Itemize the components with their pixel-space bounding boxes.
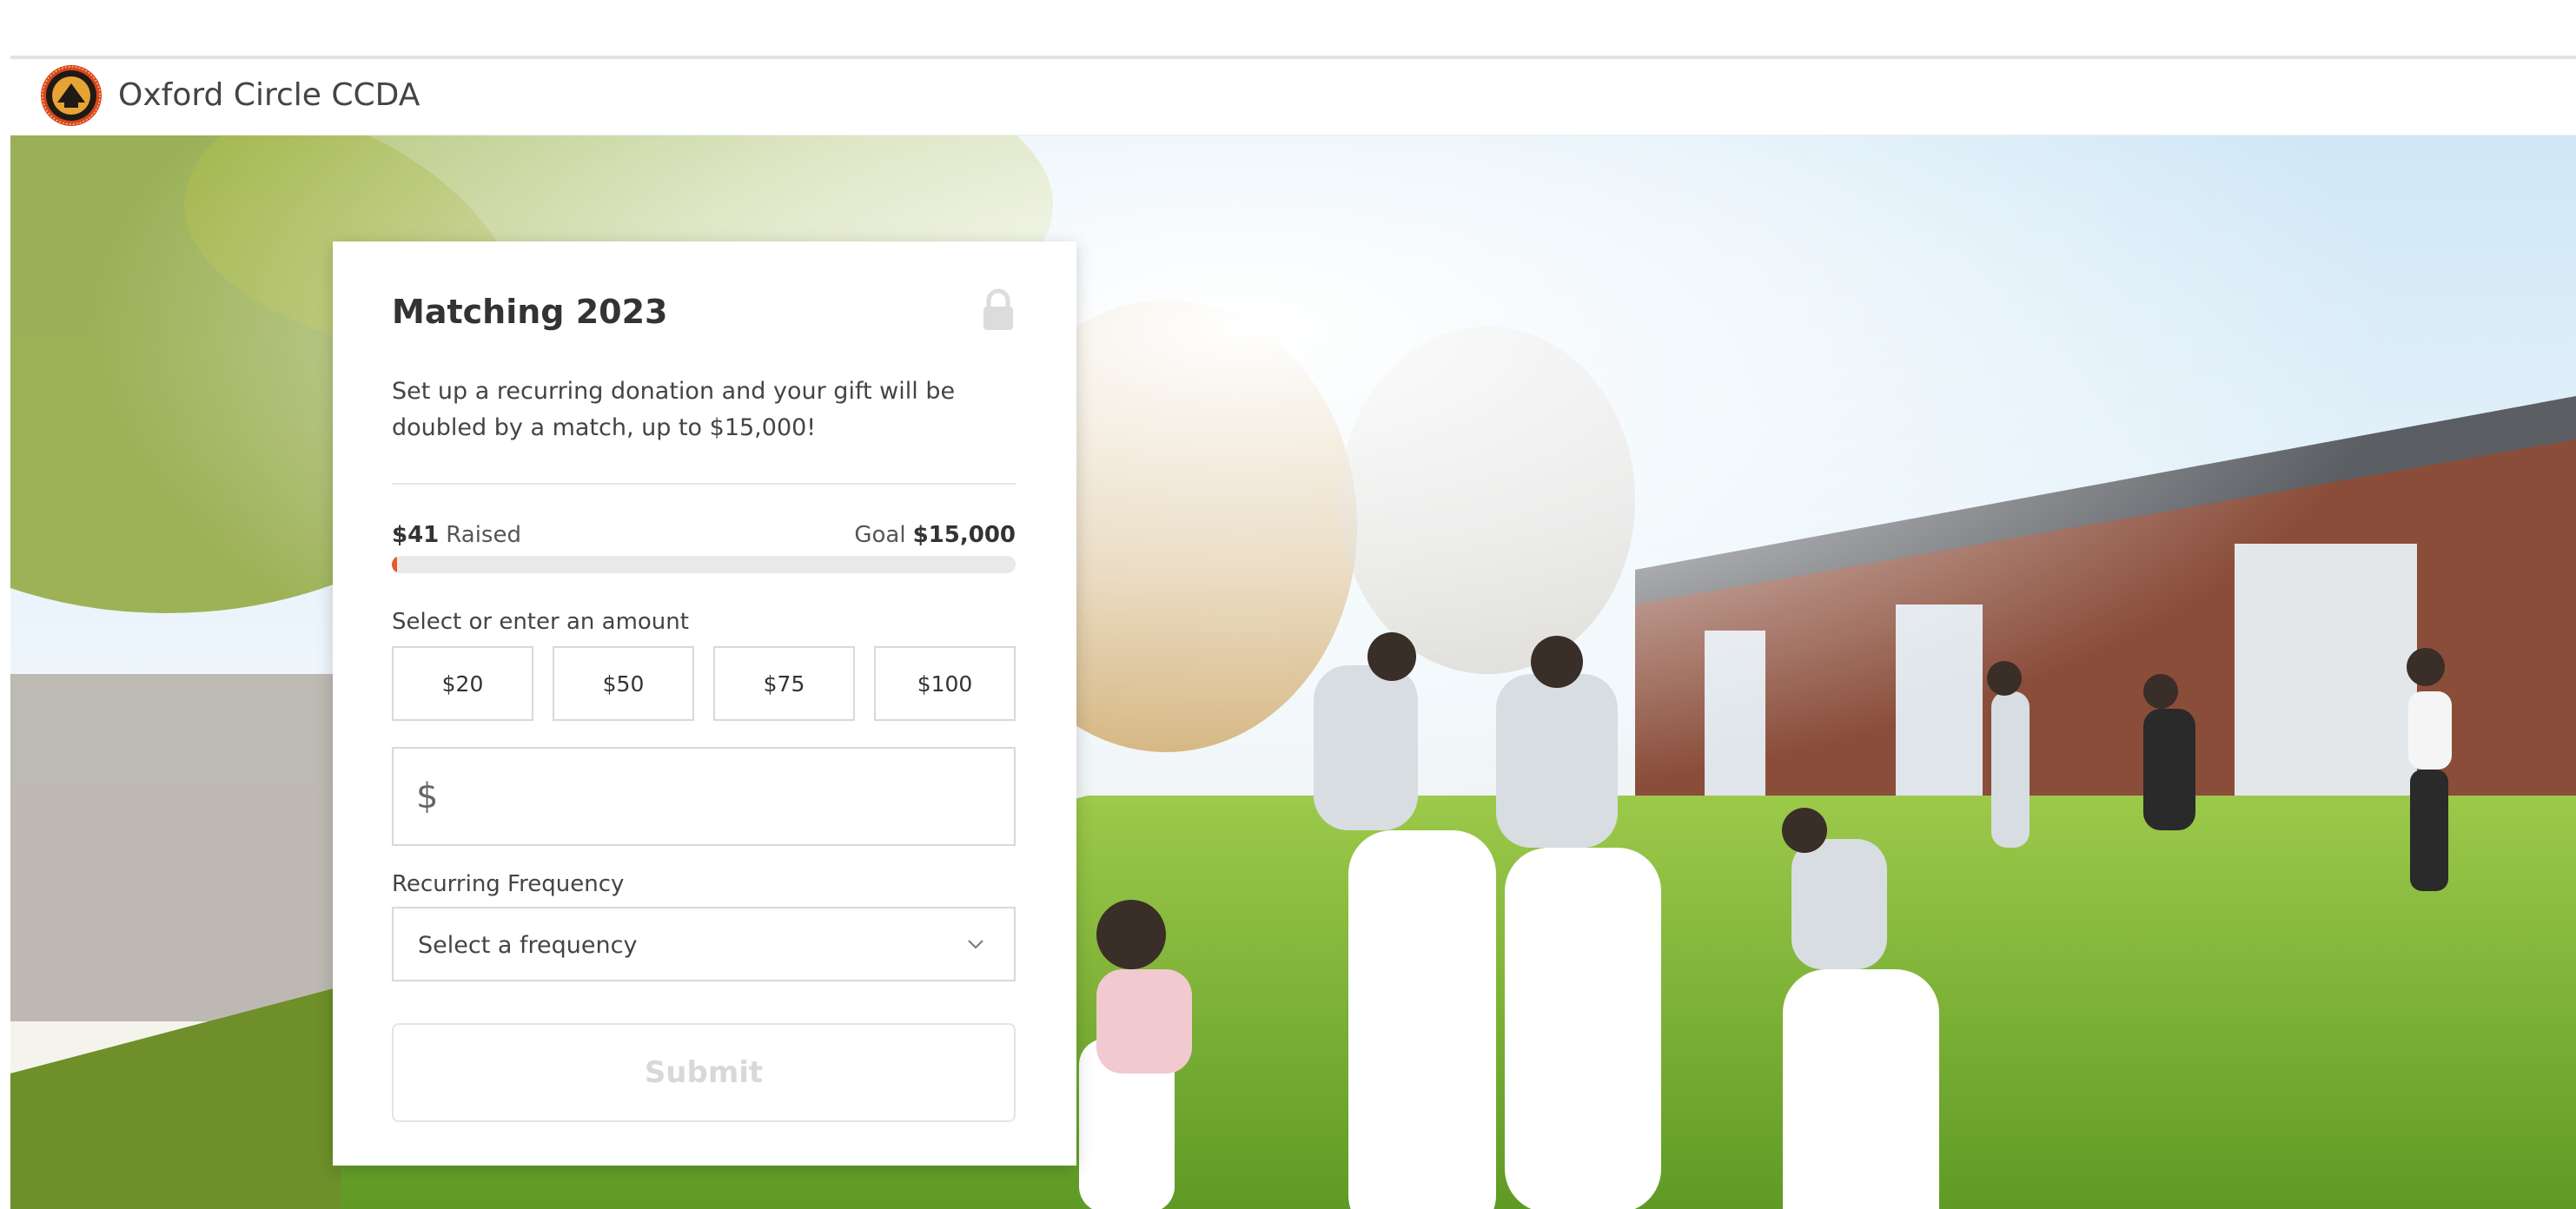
progress-bar-fill	[392, 556, 397, 573]
fundraising-progress-summary: $41 Raised Goal $15,000	[392, 518, 1016, 552]
goal-amount: $15,000	[912, 522, 1016, 548]
site-header: Oxford Circle CCDA	[10, 59, 2576, 135]
custom-amount-input[interactable]	[454, 766, 993, 827]
hero-photo: Matching 2023 Set up a recurring donatio…	[10, 135, 2576, 1209]
campaign-description: Set up a recurring donation and your gif…	[392, 378, 956, 441]
amount-button-100[interactable]: $100	[874, 646, 1016, 721]
goal-label: Goal	[854, 522, 906, 548]
amount-button-50[interactable]: $50	[553, 646, 694, 721]
amount-button-20[interactable]: $20	[392, 646, 533, 721]
donation-form-card: Matching 2023 Set up a recurring donatio…	[333, 241, 1076, 1166]
chevron-down-icon	[968, 940, 983, 949]
preset-amount-buttons: $20 $50 $75 $100	[392, 646, 1016, 721]
organization-name[interactable]: Oxford Circle CCDA	[118, 75, 420, 116]
goal: Goal $15,000	[854, 518, 1016, 552]
organization-logo[interactable]	[40, 64, 103, 127]
custom-amount-field[interactable]: $	[392, 747, 1016, 846]
raised-amount: $41	[392, 522, 440, 548]
recurring-frequency-value: Select a frequency	[418, 932, 638, 959]
progress-bar	[392, 556, 1016, 573]
submit-button[interactable]: Submit	[392, 1023, 1016, 1122]
campaign-title: Matching 2023	[392, 293, 668, 331]
recurring-frequency-label: Recurring Frequency	[392, 871, 625, 897]
recurring-frequency-select[interactable]: Select a frequency	[392, 907, 1016, 981]
raised-label: Raised	[446, 522, 521, 548]
amount-button-75[interactable]: $75	[713, 646, 855, 721]
divider	[392, 483, 1016, 485]
donation-form: Matching 2023 Set up a recurring donatio…	[392, 241, 1016, 1166]
lock-icon	[983, 288, 1013, 330]
amount-label: Select or enter an amount	[392, 609, 689, 635]
currency-symbol: $	[416, 776, 439, 816]
